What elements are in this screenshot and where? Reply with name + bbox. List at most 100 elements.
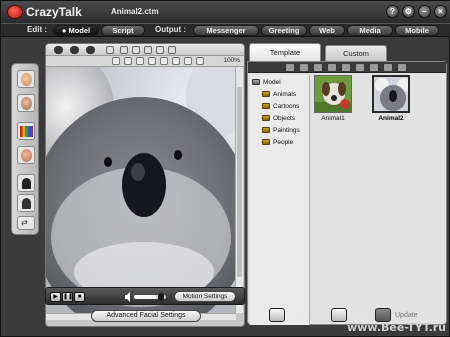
tree-item-animals[interactable]: Animals — [262, 89, 296, 99]
rename-icon[interactable] — [342, 64, 350, 71]
zoom-in-icon[interactable] — [172, 57, 180, 65]
face-icon — [21, 73, 32, 86]
rotate-icon[interactable] — [196, 57, 204, 65]
grid-icon[interactable] — [124, 57, 132, 65]
folder-icon — [262, 127, 270, 133]
undo-icon[interactable] — [168, 46, 176, 54]
update-icon — [375, 308, 391, 322]
mask-icon — [21, 97, 32, 110]
app-logo: CrazyTalk — [7, 4, 82, 20]
mode-bar: Edit : ● Model Script Output : Messenger… — [1, 23, 450, 37]
dog-thumbnail — [315, 76, 351, 112]
crazytalk-logo-icon — [7, 5, 23, 19]
tab-mobile[interactable]: Mobile — [395, 25, 439, 36]
add-icon — [331, 308, 347, 322]
apply-icon — [269, 308, 285, 322]
delete-icon[interactable] — [328, 64, 336, 71]
apply-button[interactable]: Apply — [269, 307, 307, 323]
zoom-level: 100% — [223, 57, 240, 64]
volume-slider[interactable] — [134, 293, 166, 301]
output-label: Output : — [155, 25, 187, 34]
mirror-button[interactable]: ⇄ — [17, 216, 35, 230]
color-bars-icon — [20, 126, 33, 137]
settings-button[interactable]: ⚙ — [402, 5, 415, 18]
color-adjust-button[interactable] — [17, 122, 35, 140]
target-icon[interactable] — [160, 57, 168, 65]
tool-strip: ⇄ — [11, 63, 39, 235]
minimize-button[interactable]: – — [418, 5, 431, 18]
edit-label: Edit : — [27, 25, 47, 34]
select-arrow-icon[interactable] — [120, 46, 128, 54]
preview-panel: 100% — [45, 43, 245, 327]
watermark: www.Bee-TYT.ru — [347, 321, 446, 334]
tab-template[interactable]: Template — [249, 43, 321, 61]
koala-thumbnail — [374, 77, 408, 111]
thumbnail-animal1[interactable]: Animal1 — [314, 75, 354, 131]
tab-custom[interactable]: Custom — [325, 45, 387, 61]
help-button[interactable]: ? — [386, 5, 399, 18]
tab-web[interactable]: Web — [309, 25, 345, 36]
folder-icon — [262, 115, 270, 121]
eye-icon[interactable] — [86, 46, 95, 54]
folder-icon — [262, 103, 270, 109]
refresh-icon[interactable] — [356, 64, 364, 71]
app-name: CrazyTalk — [26, 5, 82, 19]
lasso-icon[interactable] — [144, 46, 152, 54]
thumbnail-animal2[interactable]: Animal2 — [372, 75, 412, 131]
tree-item-objects[interactable]: Objects — [262, 113, 295, 123]
pointer-icon[interactable] — [132, 46, 140, 54]
tree-item-people[interactable]: People — [262, 137, 293, 147]
tab-script[interactable]: Script — [101, 25, 145, 36]
list-view-icon[interactable] — [398, 64, 406, 71]
background-button[interactable] — [17, 194, 35, 212]
tree-item-cartoons[interactable]: Cartoons — [262, 101, 299, 111]
speaker-icon — [125, 292, 130, 302]
face-orientation-button[interactable] — [17, 146, 35, 164]
play-button[interactable]: ▶ — [50, 292, 61, 302]
vertical-scrollbar[interactable] — [235, 67, 243, 313]
silhouette-icon — [22, 198, 31, 209]
frame-icon[interactable] — [106, 46, 114, 54]
crazytalk-window: CrazyTalk Animal2.ctm ? ⚙ – × Edit : ● M… — [0, 0, 450, 337]
zoom-out-icon[interactable] — [184, 57, 192, 65]
thumbnail-grid: Animal1 Animal2 — [312, 75, 444, 175]
advanced-facial-settings-button[interactable]: Advanced Facial Settings — [91, 310, 201, 322]
library-panel: Model Animals Cartoons Objects Paintings… — [247, 61, 447, 325]
playback-bar: ▶ ❚❚ ■ Motion Settings — [45, 287, 245, 305]
tree-item-paintings[interactable]: Paintings — [262, 125, 300, 135]
preview-toolbar — [46, 44, 244, 56]
tree-item-model[interactable]: Model — [252, 77, 281, 87]
tab-greeting[interactable]: Greeting — [261, 25, 307, 36]
koala-photo[interactable] — [46, 67, 236, 313]
eye-icon[interactable] — [54, 46, 63, 54]
zoom-icon[interactable] — [148, 57, 156, 65]
face-import-button[interactable] — [17, 70, 35, 88]
close-button[interactable]: × — [434, 5, 447, 18]
tab-messenger[interactable]: Messenger — [193, 25, 259, 36]
motion-settings-button[interactable]: Motion Settings — [174, 291, 236, 302]
pause-button[interactable]: ❚❚ — [62, 292, 73, 302]
thumbnail-image — [372, 75, 410, 113]
export-icon[interactable] — [384, 64, 392, 71]
folder-icon[interactable] — [300, 64, 308, 71]
window-controls: ? ⚙ – × — [386, 5, 447, 18]
library-toolbar — [248, 62, 446, 73]
volume-knob[interactable] — [158, 293, 164, 301]
tab-media[interactable]: Media — [347, 25, 393, 36]
tab-model[interactable]: ● Model — [53, 25, 99, 36]
face-fitting-button[interactable] — [17, 94, 35, 112]
scroll-thumb[interactable] — [237, 87, 242, 277]
eye-icon[interactable] — [70, 46, 79, 54]
background-mask-button[interactable] — [17, 174, 35, 192]
hand-icon[interactable] — [136, 57, 144, 65]
import-icon[interactable] — [370, 64, 378, 71]
document-title: Animal2.ctm — [111, 7, 159, 16]
floppy-icon[interactable] — [156, 46, 164, 54]
new-folder-icon[interactable] — [286, 64, 294, 71]
stop-button[interactable]: ■ — [74, 292, 85, 302]
thumbnail-label: Animal1 — [321, 115, 345, 122]
folder-up-icon[interactable] — [314, 64, 322, 71]
title-bar: CrazyTalk Animal2.ctm ? ⚙ – × — [1, 1, 450, 23]
mirror-icon: ⇄ — [21, 218, 28, 227]
fit-icon[interactable] — [112, 57, 120, 65]
